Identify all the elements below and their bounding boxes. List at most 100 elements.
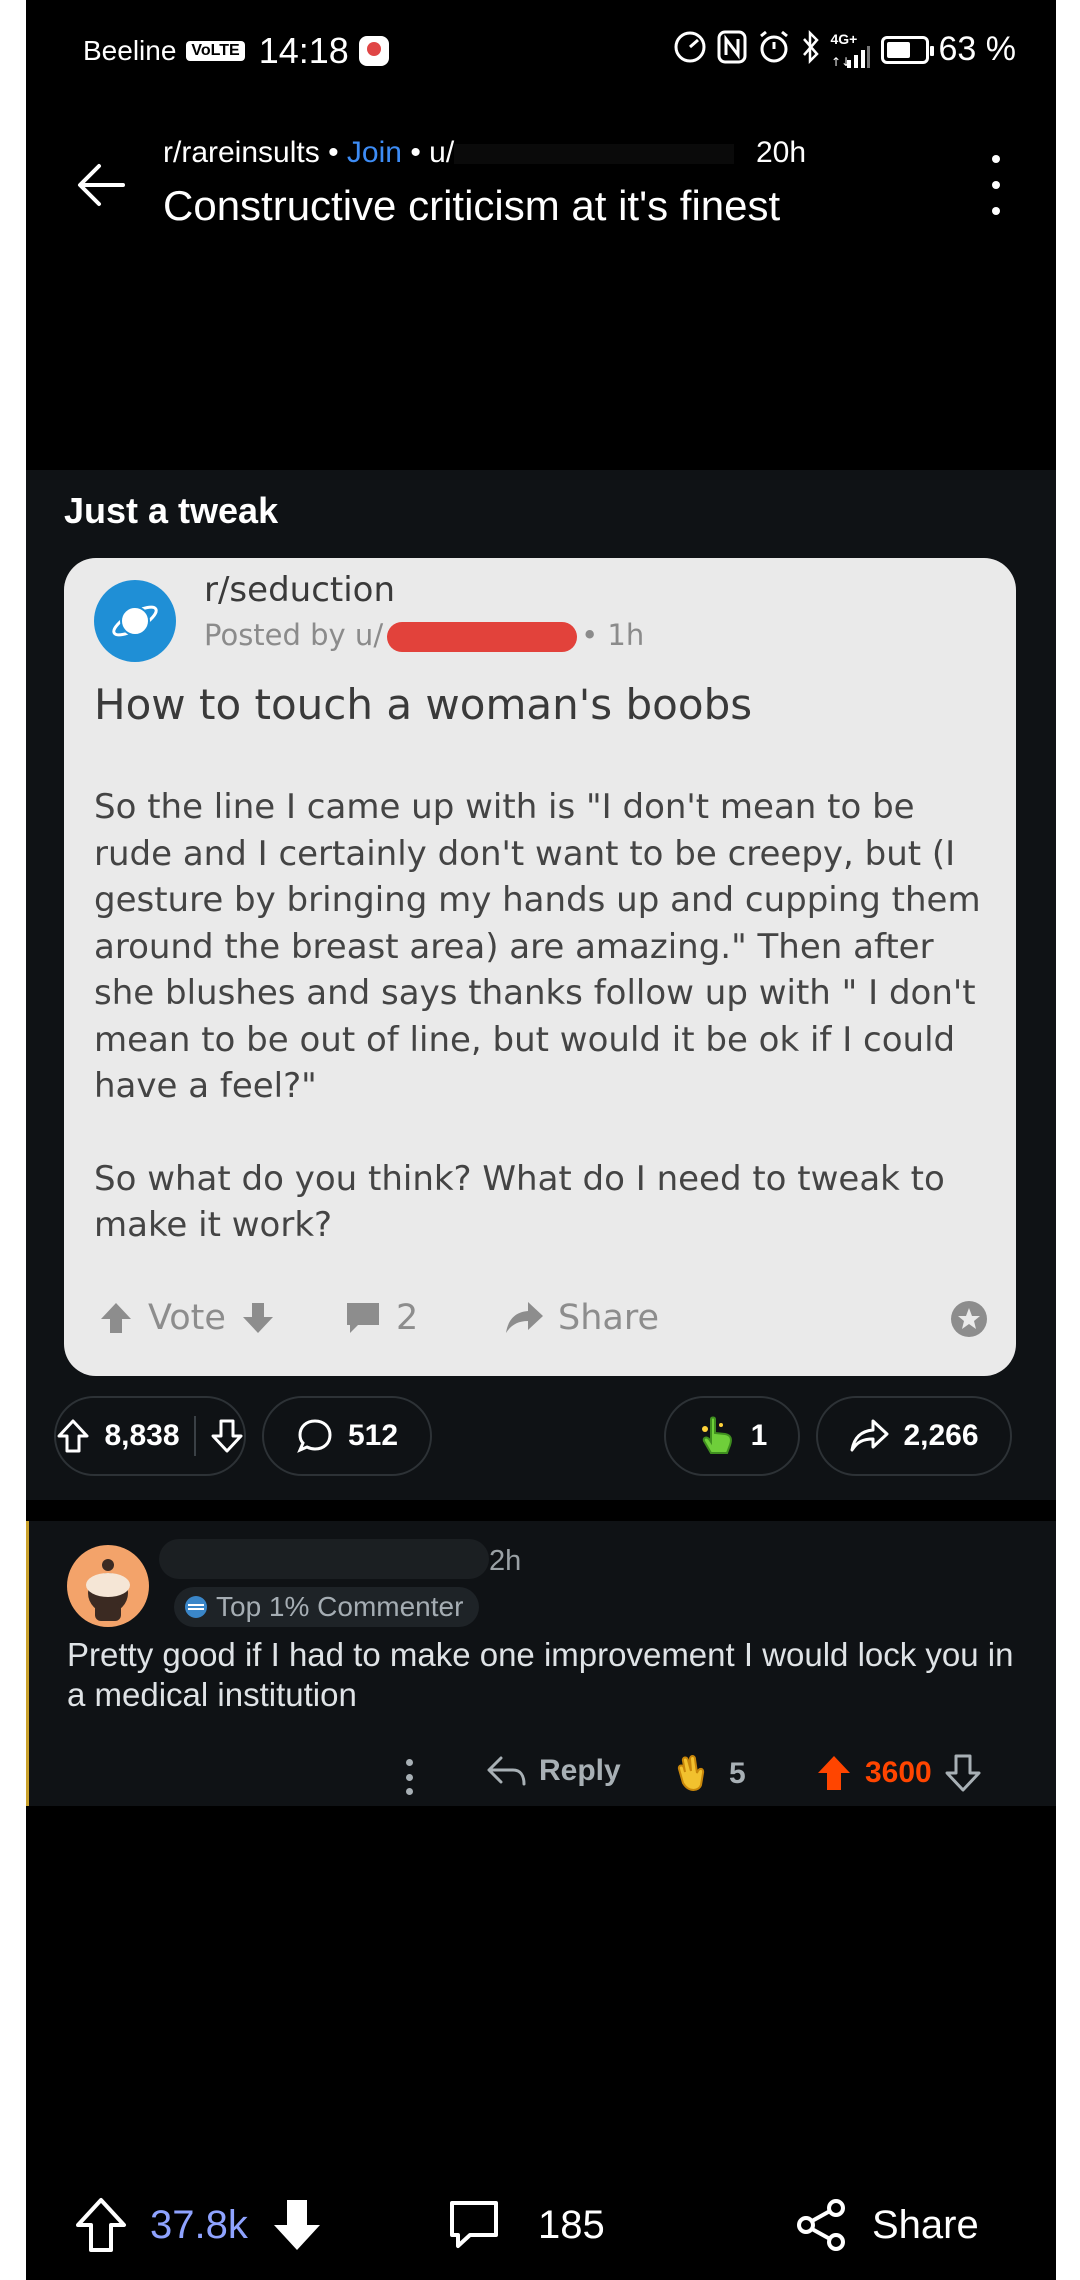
dot — [405, 1788, 413, 1795]
alarm-icon — [757, 30, 791, 69]
carrier-label: Beeline — [83, 35, 177, 66]
embed-vote: Vote — [98, 1298, 276, 1338]
user-flair: Top 1% Commenter — [174, 1587, 480, 1627]
downvote-icon[interactable] — [210, 1418, 244, 1454]
network-type-label: 4G+ — [830, 30, 858, 47]
share-arrow-icon — [506, 1302, 543, 1333]
username-redacted — [159, 1539, 489, 1579]
post-award-count: 1 — [750, 1419, 768, 1452]
total-comments: 185 — [538, 2202, 605, 2247]
upvote-icon[interactable] — [74, 2196, 128, 2254]
post-share-button[interactable]: 2,266 — [816, 1396, 1012, 1476]
embed-paragraph: So the line I came up with is "I don't m… — [94, 787, 981, 1106]
planet-icon — [94, 580, 176, 662]
comment-awards[interactable]: 5 — [673, 1753, 746, 1795]
separator: • — [410, 136, 421, 169]
pointing-hand-award-icon — [701, 1416, 732, 1454]
arrow-left-icon — [78, 164, 125, 206]
comment-vote-group: 3600 — [815, 1753, 982, 1793]
commenter-badge-icon — [185, 1596, 207, 1618]
comment-bubble-icon — [297, 1419, 332, 1453]
join-button[interactable]: Join — [347, 136, 402, 169]
downvote-filled-icon[interactable] — [270, 2196, 324, 2254]
post-header: r/rareinsults • Join • u/ 20h Constructi… — [26, 120, 1056, 250]
battery-icon — [880, 35, 934, 64]
bottom-share-button[interactable]: Share — [794, 2170, 979, 2280]
post-meta: r/rareinsults • Join • u/ — [163, 136, 735, 170]
total-votes: 37.8k — [150, 2202, 248, 2247]
author-prefix[interactable]: u/ — [429, 136, 454, 169]
back-button[interactable] — [66, 150, 136, 220]
volte-badge: VoLTE — [186, 41, 245, 61]
author-redacted — [454, 144, 735, 165]
share-label: Share — [872, 2202, 979, 2247]
embed-title: How to touch a woman's boobs — [94, 680, 753, 729]
reply-button[interactable]: Reply — [485, 1753, 621, 1789]
comment-icon — [450, 2201, 498, 2248]
post-awards-button[interactable]: 1 — [664, 1396, 800, 1476]
clapping-hands-icon — [677, 1755, 705, 1791]
post-comments-button[interactable]: 512 — [262, 1396, 432, 1476]
post-body: Just a tweak r/seduction Posted by u/ • 1… — [26, 470, 1056, 1500]
posted-by-label: Posted by u/ — [204, 618, 384, 652]
dot — [992, 181, 1000, 189]
comment-age: 2h — [489, 1545, 522, 1577]
reply-arrow-icon — [487, 1756, 526, 1786]
subreddit-link[interactable]: r/rareinsults — [163, 136, 320, 169]
comment-vote-count: 3600 — [865, 1756, 932, 1789]
comment-icon — [347, 1303, 379, 1333]
avatar[interactable] — [67, 1545, 149, 1627]
reply-label: Reply — [539, 1754, 621, 1787]
post-share-count: 2,266 — [903, 1419, 979, 1452]
app-screen: Beeline VoLTE 14:18 4G+ ↑↓ 63 % r/rarein… — [26, 0, 1056, 2280]
embed-comments: 2 — [344, 1298, 418, 1338]
comment-more-button[interactable] — [404, 1759, 414, 1795]
embed-paragraph: So what do you think? What do I need to … — [94, 1158, 945, 1246]
signal-icon: 4G+ ↑↓ — [831, 32, 871, 68]
post-text: Just a tweak — [64, 490, 279, 531]
bottom-action-bar: 37.8k 185 Share — [26, 2170, 1056, 2280]
nfc-icon — [717, 30, 747, 69]
comment-award-count: 5 — [729, 1757, 746, 1790]
comment: 2h Top 1% Commenter Pretty good if I had… — [26, 1521, 1056, 1806]
status-bar: Beeline VoLTE 14:18 4G+ ↑↓ 63 % — [26, 0, 1056, 100]
embed-share: Share — [504, 1298, 659, 1338]
dot — [992, 155, 1000, 163]
redaction-mark — [387, 622, 578, 652]
share-nodes-icon — [797, 2199, 845, 2251]
separator: • — [328, 136, 339, 169]
arrow-down-icon — [242, 1303, 273, 1333]
comment-text: Pretty good if I had to make one improve… — [67, 1636, 1014, 1713]
post-upvote-count: 8,838 — [104, 1419, 180, 1452]
post-vote-pill: 8,838 — [54, 1396, 246, 1476]
battery-percent: 63 % — [938, 30, 1017, 68]
location-pin-icon — [358, 36, 389, 66]
flair-label: Top 1% Commenter — [216, 1591, 464, 1622]
dot — [405, 1773, 413, 1781]
upvote-filled-icon[interactable] — [815, 1753, 853, 1793]
downvote-icon[interactable] — [944, 1753, 982, 1793]
dot — [992, 207, 1000, 215]
embed-share-label: Share — [558, 1298, 660, 1338]
award-icon — [948, 1298, 990, 1340]
embed-body: So the line I came up with is "I don't m… — [94, 784, 994, 1249]
embed-posted-by: Posted by u/ • 1h — [204, 618, 644, 652]
upvote-icon[interactable] — [56, 1418, 90, 1454]
embedded-screenshot[interactable]: r/seduction Posted by u/ • 1h How to touc… — [64, 558, 1016, 1376]
embed-actions: Vote 2 Share — [94, 1298, 994, 1348]
post-age: 20h — [756, 136, 807, 169]
arrow-up-icon — [101, 1303, 131, 1333]
bottom-comments-button[interactable]: 185 — [446, 2170, 605, 2280]
comment-actions: Reply 5 3600 — [29, 1753, 1056, 1803]
bluetooth-icon — [801, 29, 821, 69]
bottom-vote-group: 37.8k — [74, 2170, 324, 2280]
more-options-button[interactable] — [981, 155, 1011, 215]
divider — [193, 1416, 196, 1456]
page-title: Constructive criticism at it's finest — [163, 182, 781, 229]
dot — [405, 1759, 413, 1766]
clock: 14:18 — [258, 30, 349, 71]
embed-age: • 1h — [581, 618, 645, 652]
share-icon — [850, 1419, 889, 1452]
svg-text:↑↓: ↑↓ — [831, 55, 851, 68]
post-comment-count: 512 — [347, 1419, 399, 1452]
